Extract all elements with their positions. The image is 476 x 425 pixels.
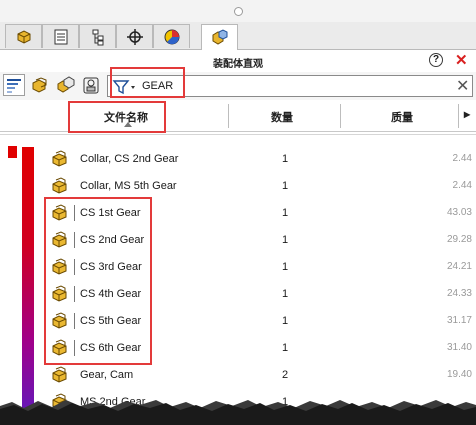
row-mass: 19.40 [446, 369, 472, 380]
row-name: Gear, Cam [80, 369, 134, 381]
feature-manager-icon [17, 30, 31, 44]
column-header-mass[interactable]: 质量 [391, 109, 413, 125]
tab-assembly-visualization[interactable] [201, 24, 238, 50]
annotation-box-name-column [68, 101, 166, 133]
table-row[interactable]: Gear, Cam 2 19.40 [0, 361, 476, 388]
row-quantity: 1 [281, 342, 289, 354]
part-icon [52, 366, 67, 383]
annotation-box-gear-rows [44, 197, 152, 365]
row-name: Collar, CS 2nd Gear [80, 153, 179, 165]
row-mass: 24.33 [446, 288, 472, 299]
row-mass: 31.17 [446, 315, 472, 326]
nested-view-button[interactable] [55, 74, 77, 96]
row-quantity: 1 [281, 315, 289, 327]
tab-display-manager[interactable] [153, 24, 190, 48]
header-divider [0, 134, 476, 135]
panel-grip[interactable] [0, 0, 476, 22]
assembly-visualization-icon [212, 29, 228, 45]
row-mass: 2.44 [452, 153, 472, 164]
tab-feature-manager[interactable] [5, 24, 42, 48]
sort-gradient-button[interactable] [3, 74, 25, 96]
row-quantity: 2 [281, 369, 289, 381]
part-icon [52, 150, 67, 167]
annotation-box-filter [110, 67, 185, 98]
row-quantity: 1 [281, 207, 289, 219]
column-divider[interactable] [340, 104, 341, 128]
row-quantity: 1 [281, 180, 289, 192]
flat-view-button[interactable] [29, 74, 51, 96]
torn-edge [0, 400, 476, 425]
row-quantity: 1 [281, 288, 289, 300]
row-quantity: 1 [281, 261, 289, 273]
column-divider[interactable] [228, 104, 229, 128]
tab-configuration-manager[interactable] [79, 24, 116, 48]
part-stack-icon [32, 77, 47, 93]
row-mass: 24.21 [446, 261, 472, 272]
display-manager-icon [164, 29, 180, 45]
performance-view-button[interactable] [80, 74, 102, 96]
gradient-bars-icon [7, 79, 21, 93]
property-manager-icon [54, 29, 68, 45]
performance-icon [83, 77, 99, 94]
part-icon [52, 177, 67, 194]
grip-handle-icon[interactable] [234, 7, 243, 16]
table-row[interactable]: Collar, MS 5th Gear 1 2.44 [0, 172, 476, 199]
table-row[interactable]: Collar, CS 2nd Gear 1 2.44 [0, 145, 476, 172]
row-mass: 2.44 [452, 180, 472, 191]
close-icon[interactable]: ✕ [455, 51, 468, 69]
panel-title: 装配体直观 [213, 59, 263, 70]
manager-tab-bar [0, 22, 476, 50]
visualization-toolbar: ✕ [0, 72, 476, 100]
row-quantity: 1 [281, 234, 289, 246]
row-mass: 31.40 [446, 342, 472, 353]
row-mass: 43.03 [446, 207, 472, 218]
tab-dimxpert-manager[interactable] [116, 24, 153, 48]
row-name: Collar, MS 5th Gear [80, 180, 177, 192]
panel-title-row: 装配体直观 ? ✕ [0, 50, 476, 72]
row-mass: 29.28 [446, 234, 472, 245]
row-quantity: 1 [281, 153, 289, 165]
column-divider[interactable] [458, 104, 459, 128]
tab-property-manager[interactable] [42, 24, 79, 48]
help-icon[interactable]: ? [429, 53, 443, 67]
clear-filter-icon[interactable]: ✕ [456, 76, 469, 96]
column-header-quantity[interactable]: 数量 [271, 109, 293, 125]
dimxpert-manager-icon [127, 29, 143, 45]
nested-parts-icon [57, 76, 75, 93]
more-columns-icon[interactable]: ▸ [464, 107, 470, 121]
configuration-manager-icon [92, 29, 104, 46]
